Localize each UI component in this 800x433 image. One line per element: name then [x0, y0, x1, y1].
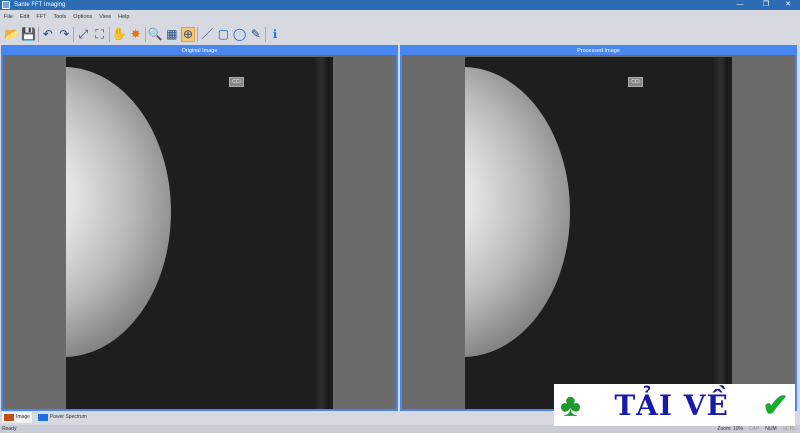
processed-image-panel: Processed Image CCI: [400, 45, 797, 411]
watermark-text: TẢI VỀ: [614, 388, 729, 422]
menu-view[interactable]: View: [99, 12, 111, 22]
view-tabs: Image Power Spectrum: [2, 412, 89, 423]
menu-fft[interactable]: FFT: [36, 12, 46, 22]
toolbar-separator: [73, 27, 75, 42]
undo-icon[interactable]: ↶: [41, 27, 55, 42]
toolbar-separator: [264, 27, 266, 42]
maximize-button[interactable]: ❐: [758, 0, 774, 10]
tab-image[interactable]: Image: [2, 412, 32, 423]
panel-title: Processed Image: [402, 47, 795, 55]
title-bar: Sante FFT Imaging — ❐ ✕: [0, 0, 800, 10]
minimize-button[interactable]: —: [732, 0, 748, 10]
caps-indicator: CAP: [748, 426, 760, 432]
tab-label: Image: [16, 414, 30, 420]
window-title: Sante FFT Imaging: [14, 2, 66, 8]
checkmark-icon: ✔: [762, 387, 789, 423]
clover-icon: ♣: [560, 386, 581, 423]
magnify-icon[interactable]: ⊕: [180, 27, 196, 42]
brush-icon[interactable]: ／: [200, 27, 214, 42]
redo-icon[interactable]: ↷: [57, 27, 71, 42]
zoom-icon[interactable]: 🔍: [148, 27, 163, 42]
menu-file[interactable]: File: [4, 12, 13, 22]
mammogram-image: [465, 67, 570, 357]
save-icon[interactable]: 💾: [21, 27, 36, 42]
menu-help[interactable]: Help: [118, 12, 129, 22]
pan-hand-icon[interactable]: ✋: [112, 27, 127, 42]
view-label: CCI: [229, 77, 244, 87]
status-text: Ready: [2, 426, 17, 432]
mammogram-image: [66, 67, 171, 357]
open-icon[interactable]: 📂: [4, 27, 19, 42]
original-image-panel: Original Image CCI: [1, 45, 398, 411]
toolbar: 📂 💾 ↶ ↷ ⤢ ⛶ ✋ ✸ 🔍 ▦ ⊕ ／ ▢ ◯ ✎ ℹ: [2, 25, 282, 44]
scroll-indicator: SCRL: [782, 426, 796, 432]
close-button[interactable]: ✕: [780, 0, 796, 10]
full-screen-icon[interactable]: ⛶: [92, 27, 106, 42]
tab-power-spectrum[interactable]: Power Spectrum: [36, 412, 89, 423]
image-overview-icon[interactable]: ▦: [165, 27, 179, 42]
menu-edit[interactable]: Edit: [20, 12, 29, 22]
menu-tools[interactable]: Tools: [53, 12, 66, 22]
original-image-canvas[interactable]: CCI: [66, 57, 333, 409]
tab-label: Power Spectrum: [49, 414, 87, 420]
num-indicator: NUM: [765, 426, 777, 432]
toolbar-separator: [108, 27, 110, 42]
view-label: CCI: [628, 77, 643, 87]
rectangle-icon[interactable]: ▢: [216, 27, 230, 42]
panel-title: Original Image: [3, 47, 396, 55]
fit-window-icon[interactable]: ⤢: [76, 27, 90, 42]
zoom-level: Zoom: 10%: [717, 426, 743, 432]
toolbar-separator: [144, 27, 146, 42]
menu-bar: File Edit FFT Tools Options View Help: [4, 12, 129, 22]
toolbar-separator: [197, 27, 199, 42]
tab-icon: [4, 414, 14, 421]
info-icon[interactable]: ℹ: [268, 27, 282, 42]
freehand-icon[interactable]: ✎: [249, 27, 263, 42]
ellipse-icon[interactable]: ◯: [233, 27, 247, 42]
processed-image-canvas[interactable]: CCI: [465, 57, 732, 409]
app-icon: [2, 1, 10, 9]
status-bar: Ready Zoom: 10% CAP NUM SCRL: [0, 425, 800, 433]
tab-icon: [37, 414, 48, 421]
menu-options[interactable]: Options: [73, 12, 92, 22]
watermark: ♣ TẢI VỀ ✔: [554, 384, 795, 426]
toolbar-separator: [37, 27, 39, 42]
brightness-icon[interactable]: ✸: [129, 27, 143, 42]
